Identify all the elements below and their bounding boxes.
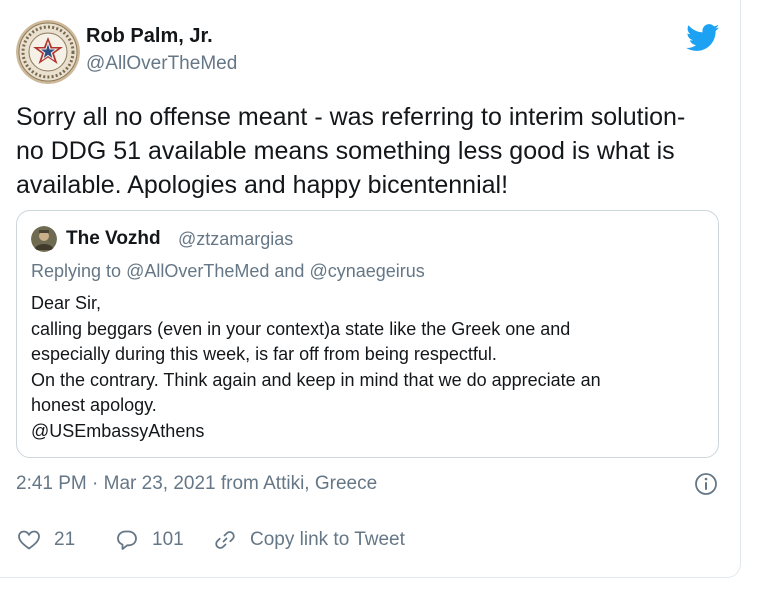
quoted-body-mention[interactable]: @USEmbassyAthens [31, 419, 711, 445]
quoted-body-line: calling beggars (even in your context)a … [31, 318, 571, 339]
tweet-timestamp[interactable]: 2:41 PM · Mar 23, 2021 from Attiki, Gree… [16, 473, 377, 495]
twitter-bird-icon[interactable] [686, 24, 720, 52]
author-handle[interactable]: @AllOverTheMed [86, 53, 237, 75]
info-icon[interactable] [694, 472, 718, 496]
tweet-card: Rob Palm, Jr. @AllOverTheMed Sorry all n… [0, 0, 741, 578]
quoted-body-line: On the contrary. Think again and keep in… [31, 369, 601, 390]
reply-count: 101 [152, 529, 184, 550]
like-button[interactable]: 21 [16, 527, 75, 553]
replying-to-line: Replying to @AllOverTheMed and @cynaegei… [31, 261, 425, 282]
quoted-author-name[interactable]: The Vozhd [66, 228, 161, 250]
profile-photo-icon [31, 226, 57, 252]
quoted-body-line: especially during this week, is far off … [31, 344, 497, 364]
replying-to-and: and [269, 261, 310, 281]
quoted-body-line: honest apology. [31, 395, 157, 415]
quoted-author-handle[interactable]: @ztzamargias [178, 229, 293, 250]
copy-link-button[interactable]: Copy link to Tweet [212, 527, 405, 553]
like-count: 21 [54, 529, 76, 550]
quoted-tweet-body: Dear Sir, calling beggars (even in your … [31, 291, 711, 444]
link-icon [215, 531, 235, 549]
reply-button[interactable]: 101 [114, 527, 184, 553]
quoted-body-line: Dear Sir, [31, 293, 102, 313]
quoted-tweet[interactable]: The Vozhd @ztzamargias Replying to @AllO… [16, 210, 719, 458]
author-avatar[interactable] [16, 20, 80, 84]
tweet-text: Sorry all no offense meant - was referri… [16, 103, 686, 199]
replying-to-prefix: Replying to [31, 261, 127, 281]
heart-icon [18, 530, 40, 550]
copy-link-label: Copy link to Tweet [250, 529, 405, 550]
quoted-author-avatar[interactable] [31, 226, 57, 252]
author-name[interactable]: Rob Palm, Jr. [86, 25, 213, 48]
reply-bubble-icon [117, 530, 137, 550]
replying-to-link-2[interactable]: @cynaegeirus [309, 261, 424, 281]
replying-to-link-1[interactable]: @AllOverTheMed [126, 261, 269, 281]
bicentennial-seal-icon [16, 20, 80, 84]
